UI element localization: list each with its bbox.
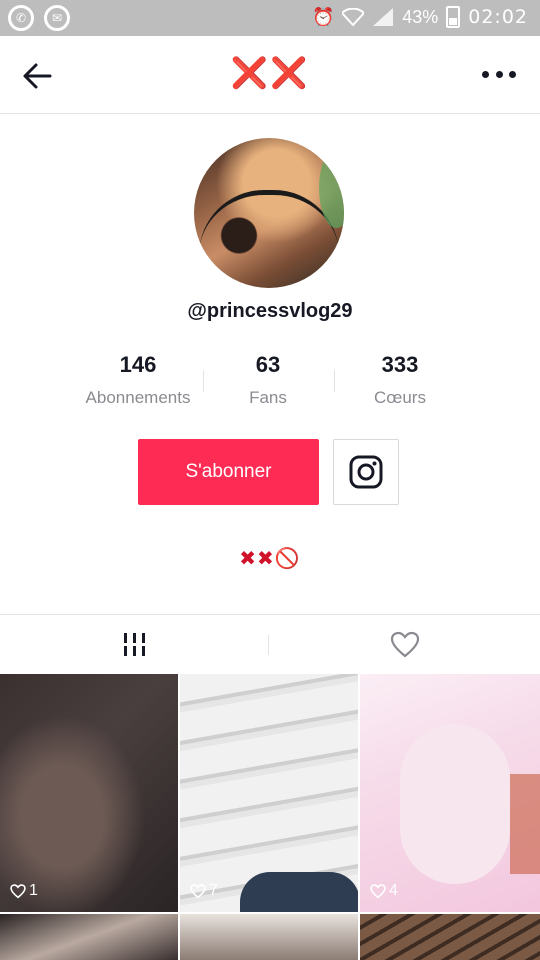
video-thumbnail[interactable]: 7 <box>180 674 358 912</box>
alarm-icon: ⏰ <box>312 6 335 27</box>
bio: ✖✖🚫 <box>239 548 301 570</box>
wifi-icon <box>342 6 365 28</box>
likes-badge: 1 <box>10 882 38 900</box>
hearts-stat[interactable]: 333 Cœurs <box>330 352 470 408</box>
battery-percent: 43% <box>402 6 439 27</box>
video-thumbnail[interactable]: 1 <box>0 674 178 912</box>
heart-icon <box>190 883 206 898</box>
likes-badge: 4 <box>370 882 398 900</box>
signal-icon <box>372 6 394 28</box>
heart-icon <box>10 883 26 898</box>
avatar[interactable] <box>194 138 344 288</box>
profile-header: ❌❌ <box>0 36 540 114</box>
tab-liked[interactable] <box>270 615 540 675</box>
following-count: 146 <box>119 352 157 377</box>
following-stat[interactable]: 146 Abonnements <box>68 352 208 408</box>
header-title: ❌❌ <box>230 57 310 90</box>
video-thumbnail[interactable] <box>360 914 540 960</box>
video-thumbnail[interactable] <box>180 914 358 960</box>
likes-badge: 7 <box>190 882 218 900</box>
video-thumbnail[interactable] <box>0 914 178 960</box>
fans-label: Fans <box>249 388 287 407</box>
follow-button[interactable]: S'abonner <box>138 439 319 505</box>
status-bar: ✆ ✉ ⏰ 43% 02:02 <box>0 0 540 36</box>
profile-tabs <box>0 614 540 674</box>
instagram-button[interactable] <box>333 439 399 505</box>
battery-icon <box>446 6 461 28</box>
tab-videos[interactable] <box>0 615 270 675</box>
more-options-icon[interactable] <box>482 64 516 84</box>
following-label: Abonnements <box>85 388 191 407</box>
profile-stats: 146 Abonnements 63 Fans 333 Cœurs <box>68 352 472 412</box>
hearts-label: Cœurs <box>374 388 426 407</box>
messenger-icon: ✉ <box>44 5 70 31</box>
likes-count: 7 <box>209 882 218 899</box>
heart-outline-icon <box>390 631 420 658</box>
likes-count: 1 <box>29 882 38 899</box>
tab-divider <box>268 635 269 655</box>
likes-count: 4 <box>389 882 398 899</box>
heart-icon <box>370 883 386 898</box>
clock: 02:02 <box>468 6 528 28</box>
fans-count: 63 <box>255 352 281 377</box>
video-thumbnail[interactable]: 4 <box>360 674 540 912</box>
whatsapp-icon: ✆ <box>8 5 34 31</box>
hearts-count: 333 <box>381 352 419 377</box>
username: @princessvlog29 <box>187 300 353 322</box>
video-grid: 1 7 4 <box>0 674 540 960</box>
grid-icon <box>124 633 145 656</box>
instagram-icon <box>349 455 383 489</box>
fans-stat[interactable]: 63 Fans <box>198 352 338 408</box>
